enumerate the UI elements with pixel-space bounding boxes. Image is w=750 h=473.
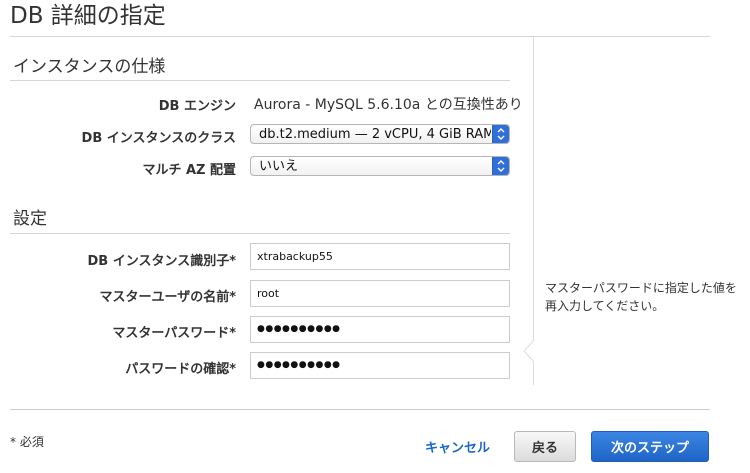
next-step-button[interactable]: 次のステップ xyxy=(591,431,709,462)
title-divider xyxy=(10,36,710,37)
engine-value: Aurora - MySQL 5.6.10a との互換性あり xyxy=(254,97,523,113)
back-button[interactable]: 戻る xyxy=(514,431,576,462)
engine-label: DB エンジン xyxy=(158,99,236,114)
master-username-label: マスターユーザの名前* xyxy=(99,290,236,305)
multi-az-select[interactable]: いいえ xyxy=(250,156,510,176)
cancel-link[interactable]: キャンセル xyxy=(425,437,490,456)
multi-az-label: マルチ AZ 配置 xyxy=(142,163,236,178)
master-username-input[interactable] xyxy=(250,280,510,307)
section-divider xyxy=(10,80,510,81)
help-pointer-icon xyxy=(523,340,535,362)
instance-class-value: db.t2.medium — 2 vCPU, 4 GiB RAM xyxy=(259,127,491,142)
required-note: * 必須 xyxy=(10,435,44,449)
master-password-input[interactable] xyxy=(250,316,510,343)
footer-divider xyxy=(10,409,710,410)
chevron-updown-icon xyxy=(492,157,509,175)
page-title: DB 詳細の指定 xyxy=(10,3,166,29)
section-divider xyxy=(10,233,510,234)
instance-class-label: DB インスタンスのクラス xyxy=(81,131,236,146)
section-title-settings: 設定 xyxy=(13,209,47,229)
instance-class-select[interactable]: db.t2.medium — 2 vCPU, 4 GiB RAM xyxy=(250,124,510,144)
db-instance-identifier-label: DB インスタンス識別子* xyxy=(87,254,236,269)
confirm-password-label: パスワードの確認* xyxy=(125,362,236,377)
multi-az-value: いいえ xyxy=(259,159,299,174)
chevron-updown-icon xyxy=(492,125,509,143)
confirm-password-input[interactable] xyxy=(250,352,510,379)
master-password-label: マスターパスワード* xyxy=(112,326,236,341)
section-title-instance-spec: インスタンスの仕様 xyxy=(13,57,166,77)
help-panel-divider xyxy=(533,37,534,385)
help-text: マスターパスワードに指定した値を再入力してください。 xyxy=(545,281,737,313)
db-instance-identifier-input[interactable] xyxy=(250,243,510,270)
